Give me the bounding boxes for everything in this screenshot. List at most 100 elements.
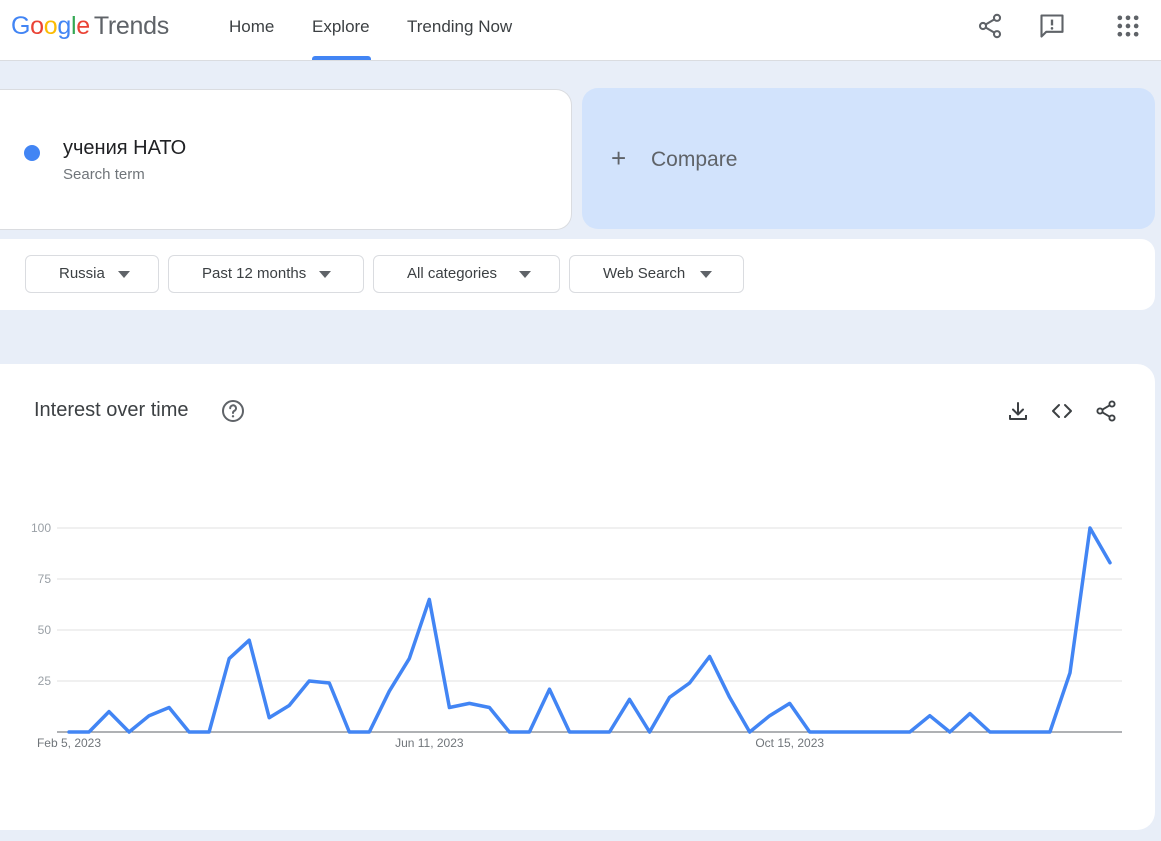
data-point[interactable] bbox=[463, 697, 475, 709]
data-point[interactable] bbox=[884, 726, 896, 738]
x-tick-label: Feb 5, 2023 bbox=[37, 736, 101, 750]
logo-letter: G bbox=[11, 12, 31, 40]
data-point[interactable] bbox=[784, 697, 796, 709]
search-term-sublabel: Search term bbox=[63, 166, 145, 183]
data-point[interactable] bbox=[1024, 726, 1036, 738]
nav-trending-now[interactable]: Trending Now bbox=[407, 0, 512, 60]
x-tick-label: Jun 11, 2023 bbox=[395, 736, 464, 750]
data-point[interactable] bbox=[944, 726, 956, 738]
data-point[interactable] bbox=[724, 691, 736, 703]
data-point[interactable] bbox=[924, 710, 936, 722]
chevron-down-icon bbox=[319, 271, 331, 278]
data-point[interactable] bbox=[1084, 522, 1096, 534]
data-point[interactable] bbox=[163, 702, 175, 714]
data-point[interactable] bbox=[624, 693, 636, 705]
search-type-dropdown[interactable]: Web Search bbox=[569, 255, 744, 293]
data-point[interactable] bbox=[543, 683, 555, 695]
category-dropdown-label: All categories bbox=[407, 265, 498, 282]
y-tick-label: 50 bbox=[38, 623, 52, 637]
data-point[interactable] bbox=[1004, 726, 1016, 738]
data-point[interactable] bbox=[63, 726, 75, 738]
time-range-dropdown-label: Past 12 months bbox=[202, 265, 307, 282]
time-range-dropdown[interactable]: Past 12 months bbox=[168, 255, 364, 293]
data-point[interactable] bbox=[283, 699, 295, 711]
chart-title: Interest over time bbox=[34, 399, 189, 421]
search-term-text[interactable]: учения НАТО bbox=[63, 137, 186, 160]
data-point[interactable] bbox=[744, 726, 756, 738]
data-point[interactable] bbox=[303, 675, 315, 687]
data-point[interactable] bbox=[483, 702, 495, 714]
term-color-dot bbox=[24, 145, 40, 161]
logo-letter: o bbox=[30, 12, 44, 40]
region-dropdown[interactable]: Russia bbox=[25, 255, 159, 293]
data-point[interactable] bbox=[263, 712, 275, 724]
apps-grid-icon[interactable] bbox=[1114, 12, 1142, 40]
download-icon[interactable] bbox=[1006, 399, 1030, 423]
data-point[interactable] bbox=[443, 702, 455, 714]
data-point[interactable] bbox=[664, 691, 676, 703]
data-point[interactable] bbox=[363, 726, 375, 738]
data-point[interactable] bbox=[804, 726, 816, 738]
data-point[interactable] bbox=[383, 685, 395, 697]
data-point[interactable] bbox=[684, 677, 696, 689]
data-point[interactable] bbox=[584, 726, 596, 738]
data-point[interactable] bbox=[563, 726, 575, 738]
data-point[interactable] bbox=[523, 726, 535, 738]
data-point[interactable] bbox=[1104, 557, 1116, 569]
interest-over-time-card: Interest over time 25 50 75 100 Feb 5, 2023… bbox=[0, 364, 1155, 830]
logo-trends-text: Trends bbox=[93, 12, 169, 40]
x-tick-label: Oct 15, 2023 bbox=[755, 736, 824, 750]
category-dropdown[interactable]: All categories bbox=[373, 255, 560, 293]
data-point[interactable] bbox=[143, 710, 155, 722]
data-point[interactable] bbox=[183, 726, 195, 738]
logo-letter: g bbox=[57, 12, 71, 40]
search-term-card[interactable]: учения НАТО Search term bbox=[0, 89, 572, 230]
data-point[interactable] bbox=[503, 726, 515, 738]
data-point[interactable] bbox=[343, 726, 355, 738]
help-icon[interactable] bbox=[221, 399, 245, 423]
data-point[interactable] bbox=[1064, 667, 1076, 679]
top-bar: Google Trends Home Explore Trending Now bbox=[0, 0, 1161, 61]
data-point[interactable] bbox=[964, 708, 976, 720]
chevron-down-icon bbox=[519, 271, 531, 278]
interest-over-time-chart[interactable]: 25 50 75 100 Feb 5, 2023 Jun 11, 2023 Oct 15,… bbox=[0, 504, 1155, 764]
compare-label: Compare bbox=[651, 148, 738, 171]
compare-button[interactable]: + Compare bbox=[582, 88, 1155, 229]
data-point[interactable] bbox=[203, 726, 215, 738]
data-point[interactable] bbox=[984, 726, 996, 738]
data-point[interactable] bbox=[824, 726, 836, 738]
google-trends-logo[interactable]: Google Trends bbox=[11, 12, 169, 41]
embed-code-icon[interactable] bbox=[1050, 399, 1074, 423]
data-point[interactable] bbox=[644, 726, 656, 738]
nav-explore[interactable]: Explore bbox=[312, 0, 370, 60]
y-tick-label: 75 bbox=[38, 572, 52, 586]
y-tick-label: 100 bbox=[31, 521, 51, 535]
data-point[interactable] bbox=[704, 651, 716, 663]
region-dropdown-label: Russia bbox=[59, 265, 105, 282]
chevron-down-icon bbox=[118, 271, 130, 278]
data-point[interactable] bbox=[1044, 726, 1056, 738]
data-point[interactable] bbox=[83, 726, 95, 738]
share-icon[interactable] bbox=[976, 12, 1004, 40]
data-point[interactable] bbox=[604, 726, 616, 738]
filter-bar: Russia Past 12 months All categories Web… bbox=[0, 239, 1155, 310]
data-point[interactable] bbox=[904, 726, 916, 738]
logo-letter: o bbox=[43, 12, 58, 40]
data-point[interactable] bbox=[243, 634, 255, 646]
data-point[interactable] bbox=[223, 653, 235, 665]
data-point[interactable] bbox=[103, 706, 115, 718]
share-icon[interactable] bbox=[1094, 399, 1118, 423]
plus-icon: + bbox=[611, 143, 627, 173]
data-point[interactable] bbox=[323, 677, 335, 689]
feedback-icon[interactable] bbox=[1038, 12, 1066, 40]
data-point[interactable] bbox=[864, 726, 876, 738]
data-point[interactable] bbox=[764, 710, 776, 722]
data-point[interactable] bbox=[403, 653, 415, 665]
data-point[interactable] bbox=[844, 726, 856, 738]
nav-home[interactable]: Home bbox=[229, 0, 274, 60]
data-point[interactable] bbox=[123, 726, 135, 738]
chevron-down-icon bbox=[700, 271, 712, 278]
y-tick-label: 25 bbox=[38, 674, 52, 688]
logo-letter: e bbox=[76, 12, 90, 40]
data-point[interactable] bbox=[423, 593, 435, 605]
